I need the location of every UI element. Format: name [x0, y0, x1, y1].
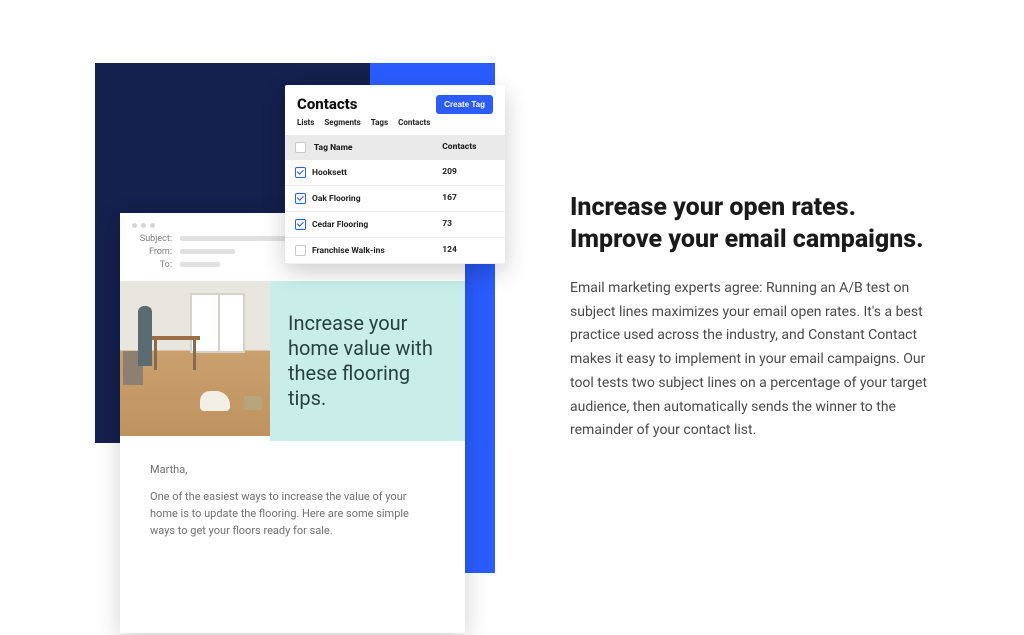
select-all-checkbox[interactable]	[295, 142, 306, 153]
promo-illustration: Subject: From: To: Increase your home	[95, 63, 495, 573]
hero-image	[120, 281, 270, 436]
email-body-text: One of the easiest ways to increase the …	[150, 488, 435, 539]
contacts-tabs: Lists Segments Tags Contacts	[285, 118, 505, 135]
contacts-panel: Contacts Create Tag Lists Segments Tags …	[285, 85, 505, 264]
page-description: Email marketing experts agree: Running a…	[570, 277, 930, 444]
row-checkbox[interactable]	[295, 167, 306, 178]
tag-count: 209	[432, 160, 505, 186]
col-contacts: Contacts	[432, 135, 505, 160]
table-row[interactable]: Hooksett 209	[285, 160, 505, 186]
tab-lists[interactable]: Lists	[297, 118, 314, 127]
tab-tags[interactable]: Tags	[371, 118, 388, 127]
tag-count: 73	[432, 211, 505, 237]
contacts-title: Contacts	[297, 95, 357, 113]
marketing-copy: Increase your open rates. Improve your e…	[570, 192, 930, 444]
page-title: Increase your open rates. Improve your e…	[570, 192, 930, 257]
row-checkbox[interactable]	[295, 219, 306, 230]
email-body: Martha, One of the easiest ways to incre…	[120, 441, 465, 559]
email-preview-card: Subject: From: To: Increase your home	[120, 213, 465, 633]
table-row[interactable]: Oak Flooring 167	[285, 185, 505, 211]
tab-segments[interactable]: Segments	[324, 118, 360, 127]
to-label: To:	[132, 260, 172, 270]
row-checkbox[interactable]	[295, 193, 306, 204]
tab-contacts[interactable]: Contacts	[398, 118, 430, 127]
tags-table: Tag Name Contacts Hooksett209Oak Floorin…	[285, 135, 505, 264]
tag-name: Hooksett	[312, 167, 347, 177]
email-hero: Increase your home value with these floo…	[120, 281, 465, 441]
email-greeting: Martha,	[150, 461, 435, 478]
table-row[interactable]: Franchise Walk-ins 124	[285, 237, 505, 263]
create-tag-button[interactable]: Create Tag	[436, 95, 493, 114]
from-label: From:	[132, 247, 172, 257]
col-tag-name: Tag Name	[314, 142, 353, 152]
table-row[interactable]: Cedar Flooring 73	[285, 211, 505, 237]
tag-count: 124	[432, 237, 505, 263]
subject-label: Subject:	[132, 234, 172, 244]
tag-name: Oak Flooring	[312, 193, 361, 203]
tag-name: Franchise Walk-ins	[312, 245, 385, 255]
tag-count: 167	[432, 185, 505, 211]
row-checkbox[interactable]	[295, 245, 306, 256]
tag-name: Cedar Flooring	[312, 219, 368, 229]
hero-heading: Increase your home value with these floo…	[270, 281, 465, 441]
